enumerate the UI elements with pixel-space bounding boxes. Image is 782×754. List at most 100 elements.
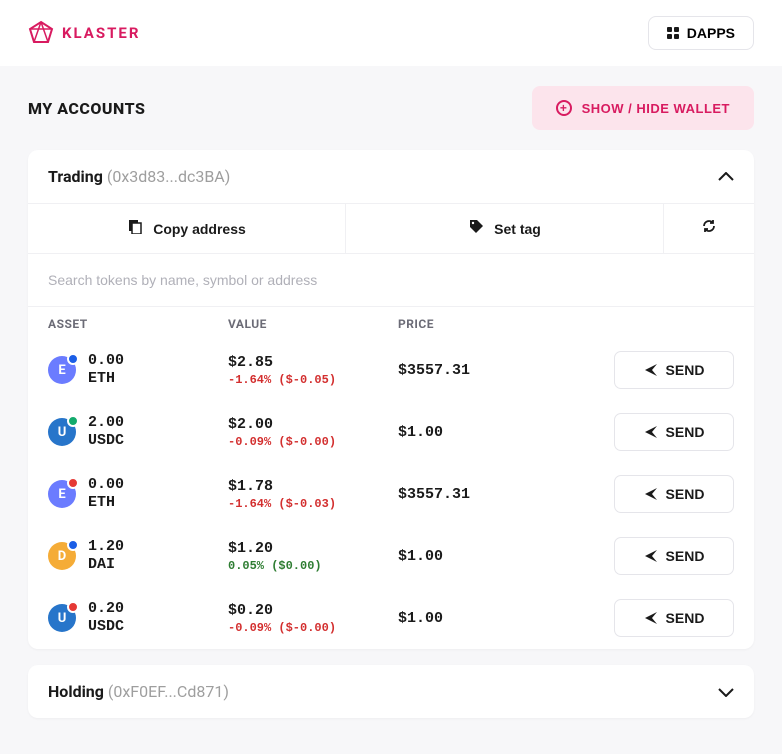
send-button[interactable]: SEND: [614, 537, 734, 575]
brand-name: KLASTER: [62, 24, 140, 42]
asset-cell: D 1.20 DAI: [48, 538, 228, 574]
value-cell: $1.78 -1.64% ($-0.03): [228, 478, 398, 511]
value-cell: $1.20 0.05% ($0.00): [228, 540, 398, 573]
token-icon: U: [48, 604, 76, 632]
page-body: MY ACCOUNTS + SHOW / HIDE WALLET Trading…: [0, 66, 782, 754]
price-cell: $3557.31: [398, 486, 614, 503]
account-card-holding: Holding (0xF0EF...Cd871): [28, 665, 754, 718]
send-icon: [644, 487, 658, 501]
value-cell: $0.20 -0.09% ($-0.00): [228, 602, 398, 635]
asset-cell: E 0.00 ETH: [48, 476, 228, 512]
copy-icon: [127, 218, 143, 239]
token-symbol: DAI: [88, 556, 124, 574]
send-icon: [644, 611, 658, 625]
asset-cell: U 0.20 USDC: [48, 600, 228, 636]
app-header: KLASTER DAPPS: [0, 0, 782, 66]
plus-circle-icon: +: [556, 100, 572, 116]
value-change: 0.05% ($0.00): [228, 559, 398, 573]
price-cell: $1.00: [398, 424, 614, 441]
tag-label: Set tag: [494, 221, 541, 237]
value-main: $2.85: [228, 354, 398, 371]
chevron-up-icon: [718, 166, 734, 187]
asset-row: E 0.00 ETH $1.78 -1.64% ($-0.03) $3557.3…: [28, 463, 754, 525]
token-amount: 0.00: [88, 352, 124, 370]
account-name: Trading: [48, 167, 103, 186]
token-icon: U: [48, 418, 76, 446]
send-label: SEND: [666, 486, 705, 502]
show-hide-wallet-button[interactable]: + SHOW / HIDE WALLET: [532, 86, 754, 130]
value-change: -1.64% ($-0.03): [228, 497, 398, 511]
value-main: $1.20: [228, 540, 398, 557]
tag-icon: [468, 218, 484, 239]
dapps-label: DAPPS: [687, 25, 735, 41]
chevron-down-icon: [718, 681, 734, 702]
send-icon: [644, 363, 658, 377]
asset-cell: U 2.00 USDC: [48, 414, 228, 450]
action-bar: Copy address Set tag: [28, 203, 754, 253]
col-asset: ASSET: [48, 317, 228, 331]
value-change: -0.09% ($-0.00): [228, 435, 398, 449]
page-header: MY ACCOUNTS + SHOW / HIDE WALLET: [28, 86, 754, 130]
token-icon: E: [48, 356, 76, 384]
klaster-logo-icon: [28, 20, 54, 46]
asset-row: D 1.20 DAI $1.20 0.05% ($0.00) $1.00 SEN…: [28, 525, 754, 587]
value-change: -0.09% ($-0.00): [228, 621, 398, 635]
chain-badge-icon: [67, 477, 79, 489]
refresh-icon: [701, 218, 717, 239]
grid-icon: [667, 27, 679, 39]
search-input[interactable]: [48, 262, 734, 298]
value-change: -1.64% ($-0.05): [228, 373, 398, 387]
asset-list: E 0.00 ETH $2.85 -1.64% ($-0.05) $3557.3…: [28, 339, 754, 649]
value-main: $1.78: [228, 478, 398, 495]
token-amount: 0.00: [88, 476, 124, 494]
price-cell: $1.00: [398, 610, 614, 627]
value-cell: $2.85 -1.64% ($-0.05): [228, 354, 398, 387]
chain-badge-icon: [67, 539, 79, 551]
copy-address-button[interactable]: Copy address: [28, 204, 346, 253]
send-button[interactable]: SEND: [614, 599, 734, 637]
col-value: VALUE: [228, 317, 398, 331]
dapps-button[interactable]: DAPPS: [648, 16, 754, 50]
send-button[interactable]: SEND: [614, 475, 734, 513]
send-label: SEND: [666, 610, 705, 626]
search-wrap: [28, 253, 754, 306]
asset-row: U 2.00 USDC $2.00 -0.09% ($-0.00) $1.00 …: [28, 401, 754, 463]
asset-row: U 0.20 USDC $0.20 -0.09% ($-0.00) $1.00 …: [28, 587, 754, 649]
account-address: (0xF0EF...Cd871): [108, 682, 229, 701]
send-icon: [644, 425, 658, 439]
value-main: $0.20: [228, 602, 398, 619]
price-cell: $1.00: [398, 548, 614, 565]
account-header[interactable]: Holding (0xF0EF...Cd871): [28, 665, 754, 718]
copy-label: Copy address: [153, 221, 246, 237]
token-symbol: ETH: [88, 370, 124, 388]
table-header: ASSET VALUE PRICE: [28, 306, 754, 339]
asset-cell: E 0.00 ETH: [48, 352, 228, 388]
send-label: SEND: [666, 362, 705, 378]
value-main: $2.00: [228, 416, 398, 433]
refresh-button[interactable]: [664, 204, 754, 253]
chain-badge-icon: [67, 353, 79, 365]
asset-row: E 0.00 ETH $2.85 -1.64% ($-0.05) $3557.3…: [28, 339, 754, 401]
token-symbol: USDC: [88, 618, 124, 636]
token-icon: D: [48, 542, 76, 570]
token-icon: E: [48, 480, 76, 508]
page-title: MY ACCOUNTS: [28, 99, 145, 118]
token-symbol: ETH: [88, 494, 124, 512]
send-button[interactable]: SEND: [614, 413, 734, 451]
send-label: SEND: [666, 548, 705, 564]
send-icon: [644, 549, 658, 563]
token-amount: 0.20: [88, 600, 124, 618]
chain-badge-icon: [67, 601, 79, 613]
set-tag-button[interactable]: Set tag: [346, 204, 664, 253]
price-cell: $3557.31: [398, 362, 614, 379]
col-price: PRICE: [398, 317, 614, 331]
account-card-trading: Trading (0x3d83...dc3BA) Copy address Se…: [28, 150, 754, 649]
show-hide-label: SHOW / HIDE WALLET: [582, 101, 730, 116]
account-address: (0x3d83...dc3BA): [107, 167, 230, 186]
token-amount: 2.00: [88, 414, 124, 432]
value-cell: $2.00 -0.09% ($-0.00): [228, 416, 398, 449]
token-symbol: USDC: [88, 432, 124, 450]
send-button[interactable]: SEND: [614, 351, 734, 389]
account-header[interactable]: Trading (0x3d83...dc3BA): [28, 150, 754, 203]
brand-logo[interactable]: KLASTER: [28, 20, 140, 46]
